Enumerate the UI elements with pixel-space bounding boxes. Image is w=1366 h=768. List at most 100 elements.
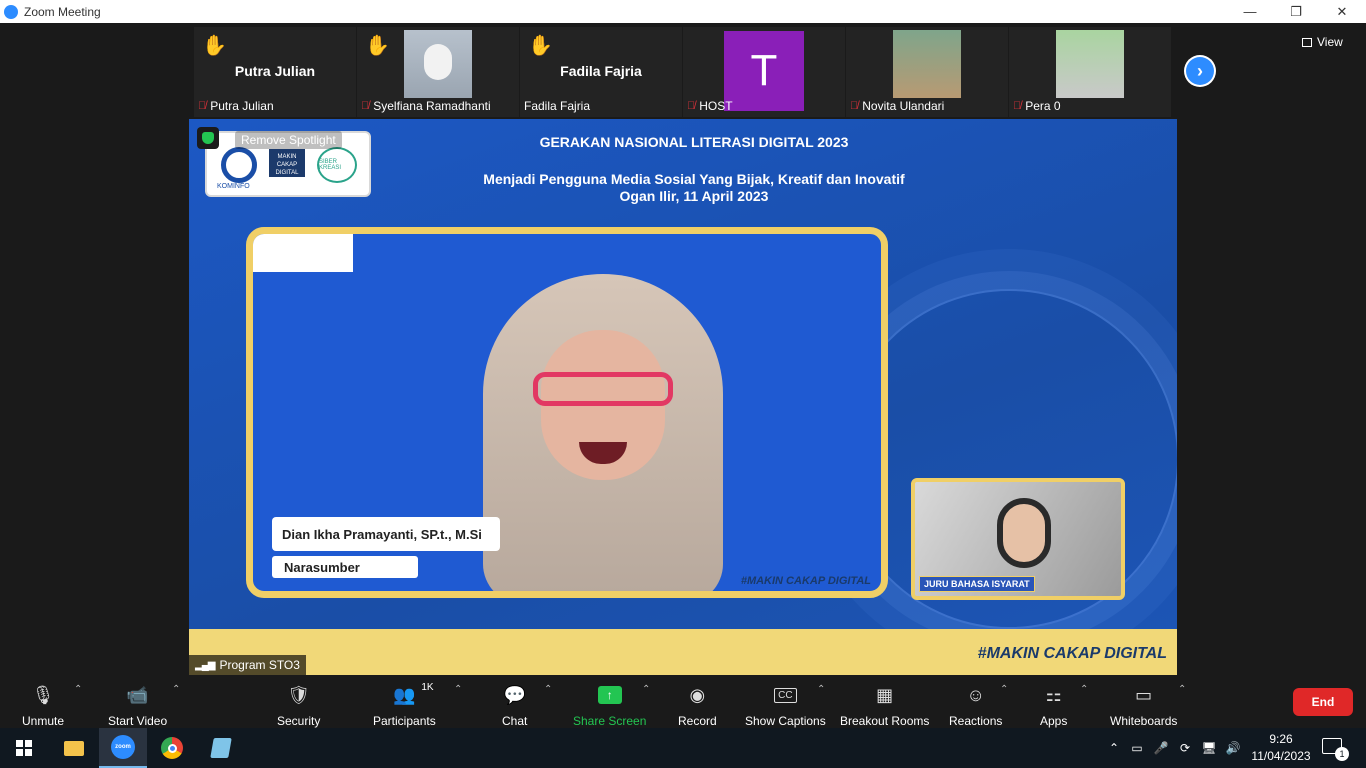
taskbar-clock[interactable]: 9:26 11/04/2023 [1250, 731, 1312, 765]
mini-sponsor-logos [253, 234, 353, 272]
captions-options-caret[interactable]: ⌃ [817, 684, 825, 695]
reactions-button[interactable]: ☺ Reactions [949, 682, 1003, 729]
participant-name-large: Putra Julian [234, 63, 316, 79]
clock-time: 9:26 [1269, 732, 1293, 746]
participants-options-caret[interactable]: ⌃ [454, 684, 462, 695]
muted-mic-icon: 🎙̸ [850, 100, 859, 112]
participant-name: Putra Julian [210, 99, 274, 113]
view-button[interactable]: View [1302, 35, 1343, 49]
reactions-options-caret[interactable]: ⌃ [1000, 684, 1008, 695]
chat-bubble-icon: 💬 [503, 684, 526, 705]
windows-taskbar: zoom ⌃ ▭ 🎤 ⟳ 🖥 🔊 9:26 11/04/2023 1 [0, 728, 1366, 768]
security-tray-icon[interactable]: ⟳ [1173, 741, 1197, 755]
share-options-caret[interactable]: ⌃ [642, 684, 650, 695]
participant-video [1056, 30, 1124, 98]
clock-date: 11/04/2023 [1251, 749, 1311, 763]
participant-video [404, 30, 472, 98]
apps-label: Apps [1040, 714, 1068, 728]
close-button[interactable]: ✕ [1319, 0, 1365, 23]
chevron-right-icon: › [1186, 57, 1214, 85]
show-captions-button[interactable]: CC Show Captions [745, 682, 826, 728]
muted-mic-icon: 🎙̸ [198, 100, 207, 112]
system-tray: ⌃ ▭ 🎤 ⟳ 🖥 🔊 [1103, 728, 1245, 768]
restore-button[interactable]: ❐ [1273, 0, 1319, 23]
event-location-date: Ogan Ilir, 11 April 2023 [619, 188, 769, 204]
unmute-label: Unmute [22, 714, 65, 728]
start-button[interactable] [0, 728, 48, 768]
next-page-button[interactable]: › [1184, 55, 1216, 87]
speaker-frame: Dian Ikha Pramayanti, SP.t., M.Si Narasu… [246, 227, 888, 598]
participants-label: Participants [373, 714, 436, 728]
video-options-caret[interactable]: ⌃ [172, 684, 180, 695]
end-meeting-button[interactable]: End [1293, 688, 1353, 716]
video-off-icon: 📹 [126, 684, 149, 705]
cc-icon: CC [774, 682, 797, 708]
zoom-logo-icon [4, 4, 18, 19]
zoom-app-icon: zoom [111, 735, 135, 759]
participant-name: Pera 0 [1025, 99, 1061, 113]
breakout-rooms-button[interactable]: ▦ Breakout Rooms [840, 682, 930, 729]
whiteboards-button[interactable]: ▭ Whiteboards [1110, 682, 1178, 729]
record-icon: ◉ [689, 684, 706, 705]
apps-options-caret[interactable]: ⌃ [1080, 684, 1088, 695]
spotlight-video[interactable]: KOMINFO MAKIN CAKAP DIGITAL SIBER KREASI… [189, 119, 1177, 675]
share-arrow-icon: ↑ [597, 686, 622, 704]
participant-tile[interactable]: T 🎙̸ HOST [683, 27, 846, 117]
show-captions-label: Show Captions [745, 714, 826, 728]
participant-tile[interactable]: 🎙̸ Novita Ulandari [846, 27, 1009, 117]
start-video-button[interactable]: 📹 Start Video [108, 682, 167, 729]
microphone-icon[interactable]: 🎤 [1149, 741, 1173, 755]
apps-button[interactable]: ⚏ Apps [1040, 682, 1068, 729]
participant-tile[interactable]: ✋ Putra Julian 🎙̸ Putra Julian [194, 27, 357, 117]
network-icon[interactable]: 🖥 [1197, 741, 1221, 755]
participant-name: HOST [699, 99, 733, 113]
share-screen-button[interactable]: ↑ Share Screen [573, 682, 646, 728]
notes-taskbar-button[interactable] [197, 728, 245, 768]
security-label: Security [277, 714, 321, 728]
battery-icon[interactable]: ▭ [1125, 741, 1149, 755]
chat-options-caret[interactable]: ⌃ [544, 684, 552, 695]
participant-tile[interactable]: ✋ Fadila Fajria Fadila Fajria [520, 27, 683, 117]
audio-options-caret[interactable]: ⌃ [74, 684, 82, 695]
notification-count: 1 [1335, 747, 1349, 761]
whiteboards-options-caret[interactable]: ⌃ [1178, 684, 1186, 695]
record-label: Record [678, 714, 717, 728]
participant-name-large: Fadila Fajria [560, 63, 642, 79]
shield-icon: 🛡 [287, 684, 311, 705]
security-button[interactable]: 🛡 Security [277, 682, 321, 729]
participant-footer: 🎙̸ Pera 0 [1013, 97, 1167, 115]
participant-tile[interactable]: 🎙̸ Pera 0 [1009, 27, 1172, 117]
file-explorer-button[interactable] [50, 728, 98, 768]
minimize-button[interactable]: — [1227, 0, 1273, 23]
participant-name: Novita Ulandari [862, 99, 945, 113]
zoom-taskbar-button[interactable]: zoom [99, 728, 147, 768]
participant-name: Syelfiana Ramadhanti [373, 99, 491, 113]
unmute-button[interactable]: 🎙 Unmute [22, 682, 65, 729]
folder-icon [64, 740, 84, 756]
share-screen-label: Share Screen [573, 714, 647, 728]
breakout-rooms-label: Breakout Rooms [840, 714, 930, 728]
muted-mic-icon: 🎙̸ [361, 100, 370, 112]
speaker-role-caption: Narasumber [272, 556, 418, 578]
chat-label: Chat [502, 714, 528, 728]
view-label: View [1317, 35, 1343, 49]
record-button[interactable]: ◉ Record [678, 682, 717, 729]
muted-mic-icon: 🎙̸ [687, 100, 696, 112]
notification-center-icon[interactable]: 1 [1322, 738, 1349, 761]
whiteboards-label: Whiteboards [1110, 714, 1178, 728]
raised-hand-icon: ✋ [202, 35, 227, 57]
chrome-icon [161, 737, 183, 759]
meeting-toolbar: 🎙 Unmute ⌃ 📹 Start Video ⌃ 🛡 Security 👥 1… [0, 676, 1366, 728]
volume-icon[interactable]: 🔊 [1221, 741, 1245, 755]
program-tag-label: Program STO3 [219, 658, 300, 672]
muted-mic-icon: 🎙̸ [1013, 100, 1022, 112]
chrome-taskbar-button[interactable] [148, 728, 196, 768]
participant-footer: 🎙̸ HOST [687, 97, 841, 115]
frame-hashtag: #MAKIN CAKAP DIGITAL [740, 575, 871, 587]
reactions-label: Reactions [949, 714, 1003, 728]
participants-button[interactable]: 👥 1K Participants [373, 682, 436, 728]
chat-button[interactable]: 💬 Chat [502, 682, 528, 729]
participant-tile[interactable]: ✋ 🎙̸ Syelfiana Ramadhanti [357, 27, 520, 117]
chevron-up-icon[interactable]: ⌃ [1103, 741, 1125, 755]
participant-strip: ✋ Putra Julian 🎙̸ Putra Julian ✋ 🎙̸ Syel… [194, 27, 1172, 117]
